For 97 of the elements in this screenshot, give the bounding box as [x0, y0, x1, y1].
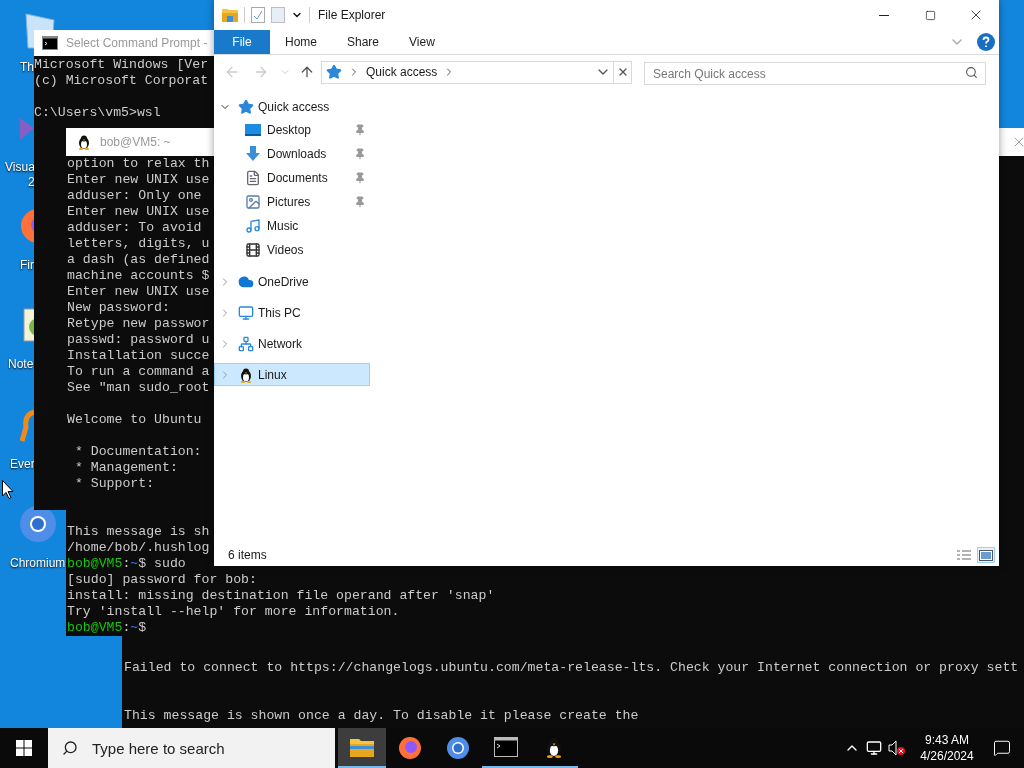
window-title: Select Command Prompt - — [66, 35, 208, 52]
terminal-line: Enter new UNIX use — [67, 172, 210, 188]
terminal-line: Microsoft Windows [Ver — [34, 57, 209, 73]
breadcrumb-item[interactable]: Quick access — [366, 63, 438, 81]
terminal-line: C:\Users\vm5>wsl — [34, 105, 161, 121]
music-note-icon — [245, 218, 261, 234]
terminal-line: * Management: — [73, 460, 178, 476]
terminal-line: Enter new UNIX use — [67, 284, 210, 300]
firefox-icon — [398, 736, 422, 760]
up-icon[interactable] — [299, 64, 315, 80]
search-icon — [965, 65, 978, 79]
mouse-pointer-icon — [2, 480, 14, 499]
desktop-icon-label[interactable]: Chromium — [10, 556, 66, 571]
terminal-line: * Documentation: — [73, 444, 202, 460]
terminal-line: letters, digits, u — [67, 236, 210, 252]
nav-tree-item[interactable]: OneDrive — [214, 270, 370, 293]
terminal-line: Try 'install --help' for more information. — [67, 604, 400, 620]
folder-icon — [222, 8, 238, 22]
nav-tree-item[interactable]: Pictures — [214, 190, 370, 214]
desktop-icon-label[interactable]: Fir — [20, 258, 34, 273]
window-title: File Explorer — [318, 7, 386, 24]
download-arrow-icon — [245, 146, 261, 162]
terminal-line: [sudo] password for bob: — [67, 572, 257, 588]
terminal-line: See "man sudo_root — [67, 380, 210, 396]
search-icon — [62, 740, 78, 756]
window-title: bob@VM5: ~ — [100, 134, 171, 151]
search-field[interactable]: Search Quick access — [644, 62, 986, 85]
item-count: 6 items — [228, 547, 267, 564]
desktop-icon — [245, 123, 261, 137]
terminal-line: New password: — [67, 300, 170, 316]
nav-tree-item[interactable]: Videos — [214, 238, 370, 262]
nav-tree-item[interactable]: Downloads — [214, 142, 370, 166]
desktop-icon-label[interactable]: Ever — [10, 457, 35, 472]
desktop-icon-label[interactable]: 2 — [5, 175, 35, 190]
maximize-icon — [924, 9, 936, 21]
terminal-line: option to relax th — [67, 156, 210, 172]
nav-tree-item[interactable]: Documents — [214, 166, 370, 190]
help-icon[interactable] — [977, 33, 995, 51]
nav-tree-item[interactable]: Quick access — [214, 95, 370, 118]
large-icons-view-button[interactable] — [977, 547, 995, 563]
network-icon — [238, 335, 254, 352]
terminal-line: This message is sh — [67, 524, 210, 540]
minimize-icon — [879, 14, 889, 16]
star-icon — [238, 98, 254, 115]
ribbon-tab[interactable]: View — [394, 30, 450, 54]
document-icon — [245, 170, 261, 186]
monitor-icon — [238, 304, 254, 321]
film-icon — [245, 242, 261, 258]
terminal-line: install: missing destination file operand after 'snap' — [67, 588, 495, 604]
ribbon-tab[interactable]: Share — [332, 30, 395, 54]
star-icon — [326, 64, 342, 80]
terminal-line: machine accounts $ — [67, 268, 210, 284]
console-icon — [42, 36, 58, 50]
terminal-line: * Support: — [73, 476, 155, 492]
terminal-line: Installation succe — [67, 348, 210, 364]
terminal-line: Failed to connect to https://changelogs.ubuntu.com/meta-release-lts. Check your Internet connection or proxy sett — [124, 660, 1019, 676]
nav-tree-item[interactable]: Network — [214, 332, 370, 355]
clock[interactable]: 9:43 AM 4/26/2024 — [914, 732, 980, 764]
terminal-line: Retype new passwor — [67, 316, 210, 332]
magnifier-icon — [20, 409, 34, 443]
clear-address-button[interactable] — [614, 60, 632, 84]
picture-icon — [245, 194, 261, 210]
terminal-line: adduser: To avoid — [67, 220, 202, 236]
terminal-line: To run a command a — [67, 364, 210, 380]
muted-speaker-icon[interactable] — [888, 740, 906, 756]
terminal-line: Enter new UNIX use — [67, 204, 210, 220]
file-menu-button[interactable]: File — [214, 30, 270, 54]
checklist-icon[interactable] — [251, 7, 265, 23]
notifications-icon — [993, 739, 1011, 757]
desktop-icon-label[interactable]: Visua — [5, 160, 35, 175]
address-bar[interactable]: Quick access — [321, 60, 614, 84]
chromium-icon — [18, 504, 58, 544]
terminal-line: (c) Microsoft Corporat — [34, 73, 209, 89]
terminal-prompt-line: bob@VM5:~$ — [67, 620, 147, 636]
console-icon — [494, 737, 518, 757]
blank-page-icon[interactable] — [271, 7, 285, 23]
desktop-icon-label[interactable]: Note — [8, 357, 34, 372]
nav-tree-item[interactable]: Desktop — [214, 118, 370, 142]
folder-icon — [350, 737, 374, 757]
windows-logo-icon — [16, 740, 32, 756]
terminal-line: a dash (as defined — [67, 252, 210, 268]
taskbar-search-field[interactable]: Type here to search — [48, 728, 335, 768]
taskbar-app-button[interactable] — [338, 728, 386, 768]
terminal-line: Welcome to Ubuntu — [67, 412, 202, 428]
penguin-icon — [76, 134, 92, 150]
penguin-icon — [238, 366, 254, 383]
terminal-prompt-line: bob@VM5:~$ sudo — [67, 556, 186, 572]
nav-tree-item[interactable]: Linux — [214, 363, 370, 386]
terminal-line: adduser: Only one — [67, 188, 202, 204]
terminal-line: passwd: password u — [67, 332, 210, 348]
chromium-icon — [446, 736, 470, 760]
terminal-line: This message is shown once a day. To disable it please create the — [124, 708, 639, 724]
network-icon[interactable] — [866, 740, 882, 756]
ribbon-tab[interactable]: Home — [270, 30, 332, 54]
terminal-line: /home/bob/.hushlog — [67, 540, 210, 556]
nav-tree-item[interactable]: Music — [214, 214, 370, 238]
nav-tree-item[interactable]: This PC — [214, 301, 370, 324]
